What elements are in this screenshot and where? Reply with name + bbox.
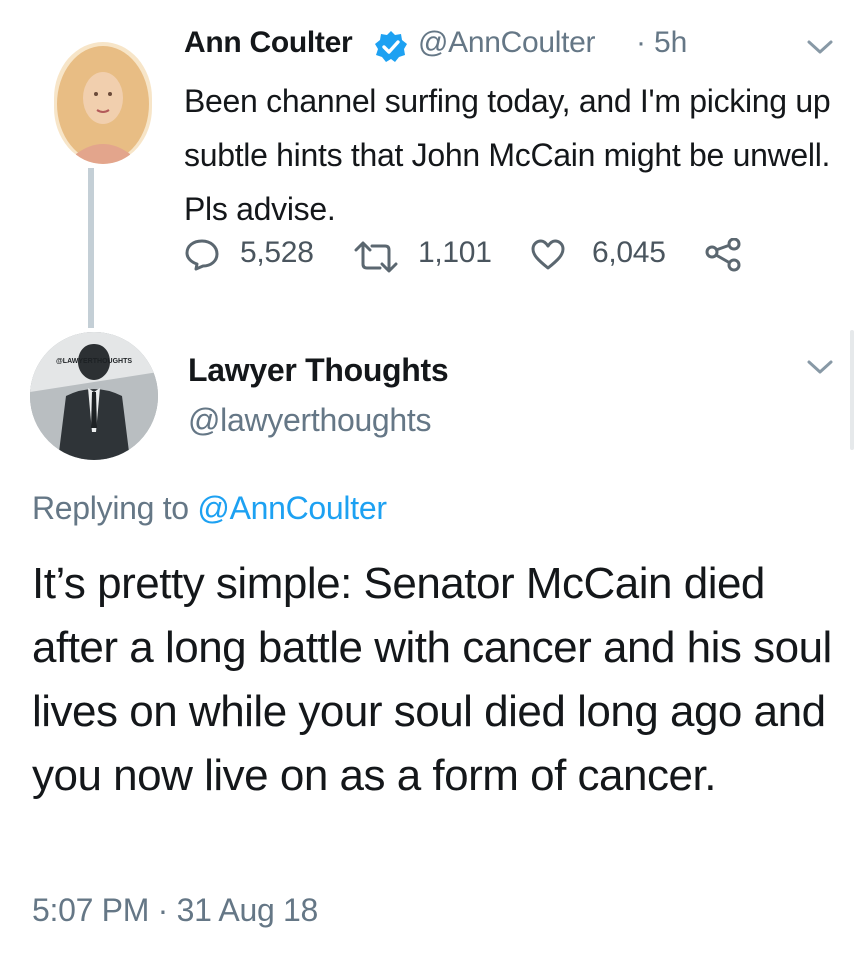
thread-connector-line xyxy=(88,168,94,328)
reply-icon[interactable] xyxy=(184,238,220,272)
retweet-count: 1,101 xyxy=(418,236,492,269)
verified-badge-icon xyxy=(374,30,408,64)
tweet-time[interactable]: 5h xyxy=(654,26,687,60)
reply-count: 5,528 xyxy=(240,236,314,269)
author-handle[interactable]: @lawyerthoughts xyxy=(188,402,432,439)
replying-handle-link[interactable]: @AnnCoulter xyxy=(197,490,387,526)
meta-separator: · xyxy=(636,26,646,59)
like-count: 6,045 xyxy=(592,236,666,269)
chevron-down-icon[interactable] xyxy=(806,358,834,376)
avatar-lawyer-thoughts[interactable]: @LAWYERTHOUGHTS xyxy=(30,332,158,460)
retweet-icon[interactable] xyxy=(352,240,400,274)
author-handle[interactable]: @AnnCoulter xyxy=(418,26,596,60)
tweet-timestamp[interactable]: 5:07 PM · 31 Aug 18 xyxy=(32,892,318,929)
like-icon[interactable] xyxy=(530,238,566,272)
share-icon[interactable] xyxy=(704,237,741,272)
author-name[interactable]: Ann Coulter xyxy=(184,26,353,60)
chevron-down-icon[interactable] xyxy=(806,38,834,56)
author-name[interactable]: Lawyer Thoughts xyxy=(188,352,449,389)
scrollbar[interactable] xyxy=(850,330,854,450)
tweet-text: Been channel surfing today, and I'm pick… xyxy=(184,83,831,227)
svg-text:@LAWYERTHOUGHTS: @LAWYERTHOUGHTS xyxy=(56,358,132,365)
replying-to: Replying to @AnnCoulter xyxy=(32,490,387,527)
avatar-ann-coulter[interactable] xyxy=(54,42,152,164)
replying-prefix: Replying to xyxy=(32,490,189,526)
tweet-text: It’s pretty simple: Senator McCain died … xyxy=(32,559,832,800)
